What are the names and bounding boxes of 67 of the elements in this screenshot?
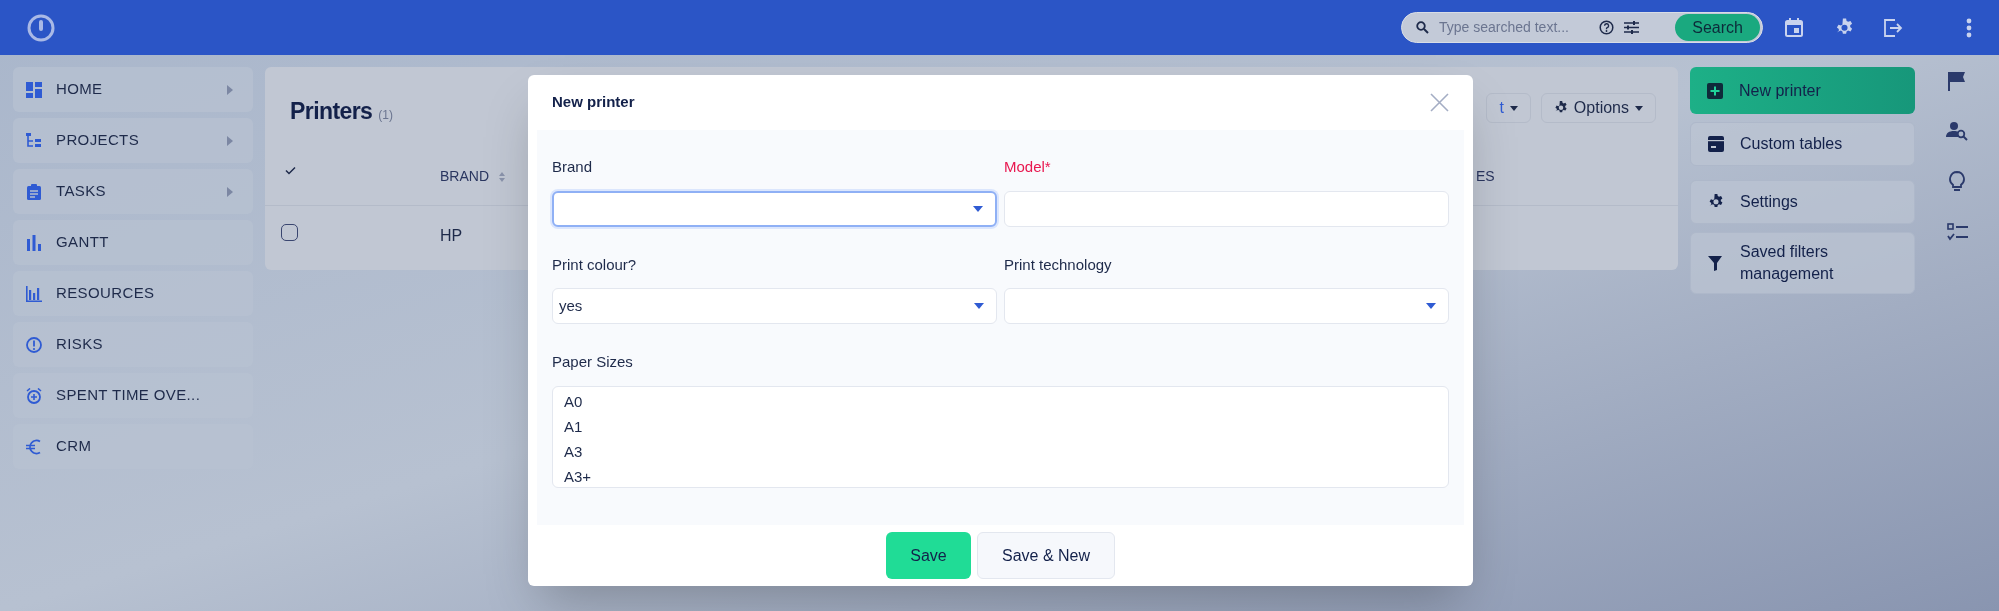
dashboard-icon xyxy=(26,81,42,98)
search-field[interactable]: Type searched text... Search xyxy=(1401,12,1763,43)
record-count: (1) xyxy=(378,107,393,124)
field-label: Model* xyxy=(1004,157,1052,177)
user-search-icon[interactable] xyxy=(1946,121,1968,141)
checklist-icon[interactable] xyxy=(1946,223,1968,241)
page-title: Printers xyxy=(290,97,373,126)
logout-icon[interactable] xyxy=(1884,18,1903,37)
search-icon xyxy=(1416,21,1429,34)
input-field[interactable] xyxy=(1004,190,1449,227)
caret-icon xyxy=(1426,303,1436,309)
filter-settings-icon[interactable] xyxy=(1624,21,1639,34)
lightbulb-icon[interactable] xyxy=(1949,171,1965,193)
select-all-checkmark[interactable] xyxy=(285,166,296,175)
sidebar-item[interactable]: TASKS xyxy=(13,169,253,214)
action-button[interactable]: Saved filters management xyxy=(1690,232,1915,294)
sidebar-item[interactable]: PROJECTS xyxy=(13,118,253,163)
save-button[interactable]: Save xyxy=(886,532,971,579)
filter-icon xyxy=(1708,255,1724,271)
calendar-icon[interactable] xyxy=(1785,18,1803,37)
caret-icon xyxy=(1509,105,1518,111)
caret-icon xyxy=(974,303,984,309)
settings-icon xyxy=(1553,101,1568,115)
column-header[interactable]: BRAND xyxy=(440,166,505,187)
new-button[interactable]: New printer xyxy=(1690,67,1915,114)
field-label: Print colour? xyxy=(552,254,638,275)
row-checkbox[interactable] xyxy=(281,224,298,241)
listbox[interactable]: A0 A1 A3 A3+ xyxy=(552,385,1449,488)
caret-icon xyxy=(973,205,983,212)
table-cell-text: HP xyxy=(440,226,463,246)
sidebar-item[interactable]: HOME xyxy=(13,67,253,112)
select-field[interactable] xyxy=(552,190,997,227)
field-label: Print technology xyxy=(1004,254,1113,275)
caret-icon xyxy=(1635,105,1643,111)
list-option[interactable]: A1 xyxy=(564,413,1437,439)
sort-icon xyxy=(499,171,505,182)
list-option[interactable]: A3+ xyxy=(564,463,1437,489)
sidebar-item[interactable]: RISKS xyxy=(13,322,253,367)
clipboard-icon xyxy=(26,183,42,200)
list-option[interactable]: A3 xyxy=(564,438,1437,464)
field-label: Paper Sizes xyxy=(552,352,634,372)
settings-icon[interactable] xyxy=(1835,18,1854,37)
logo-icon[interactable] xyxy=(27,13,55,42)
help-icon[interactable] xyxy=(1599,20,1614,35)
euro-icon xyxy=(26,438,42,455)
sidebar-item[interactable]: RESOURCES xyxy=(13,271,253,316)
dialog-title: New printer xyxy=(552,92,635,113)
action-button[interactable]: Settings xyxy=(1690,180,1915,224)
action-button[interactable]: Custom tables xyxy=(1690,122,1915,166)
search-button[interactable]: Search xyxy=(1675,14,1760,41)
save-and-new-button[interactable]: Save & New xyxy=(977,532,1115,579)
alarm-clock-icon xyxy=(26,387,42,404)
column-header[interactable]: ES xyxy=(1476,166,1495,187)
select-field[interactable]: yes xyxy=(552,288,997,324)
bar-chart-icon xyxy=(26,234,42,251)
hierarchy-icon xyxy=(26,132,42,149)
table-icon xyxy=(1708,136,1724,152)
settings-icon xyxy=(1708,194,1724,210)
plus-square-icon xyxy=(1707,82,1723,99)
sidebar-item[interactable]: GANTT xyxy=(13,220,253,265)
options-button[interactable]: Options xyxy=(1540,93,1656,123)
list-option[interactable]: A0 xyxy=(564,388,1437,414)
more-icon[interactable] xyxy=(1966,17,1972,38)
exclamation-circle-icon xyxy=(26,336,42,353)
field-label: Brand xyxy=(552,157,594,177)
flag-icon[interactable] xyxy=(1948,71,1966,91)
column-chart-icon xyxy=(26,285,42,302)
